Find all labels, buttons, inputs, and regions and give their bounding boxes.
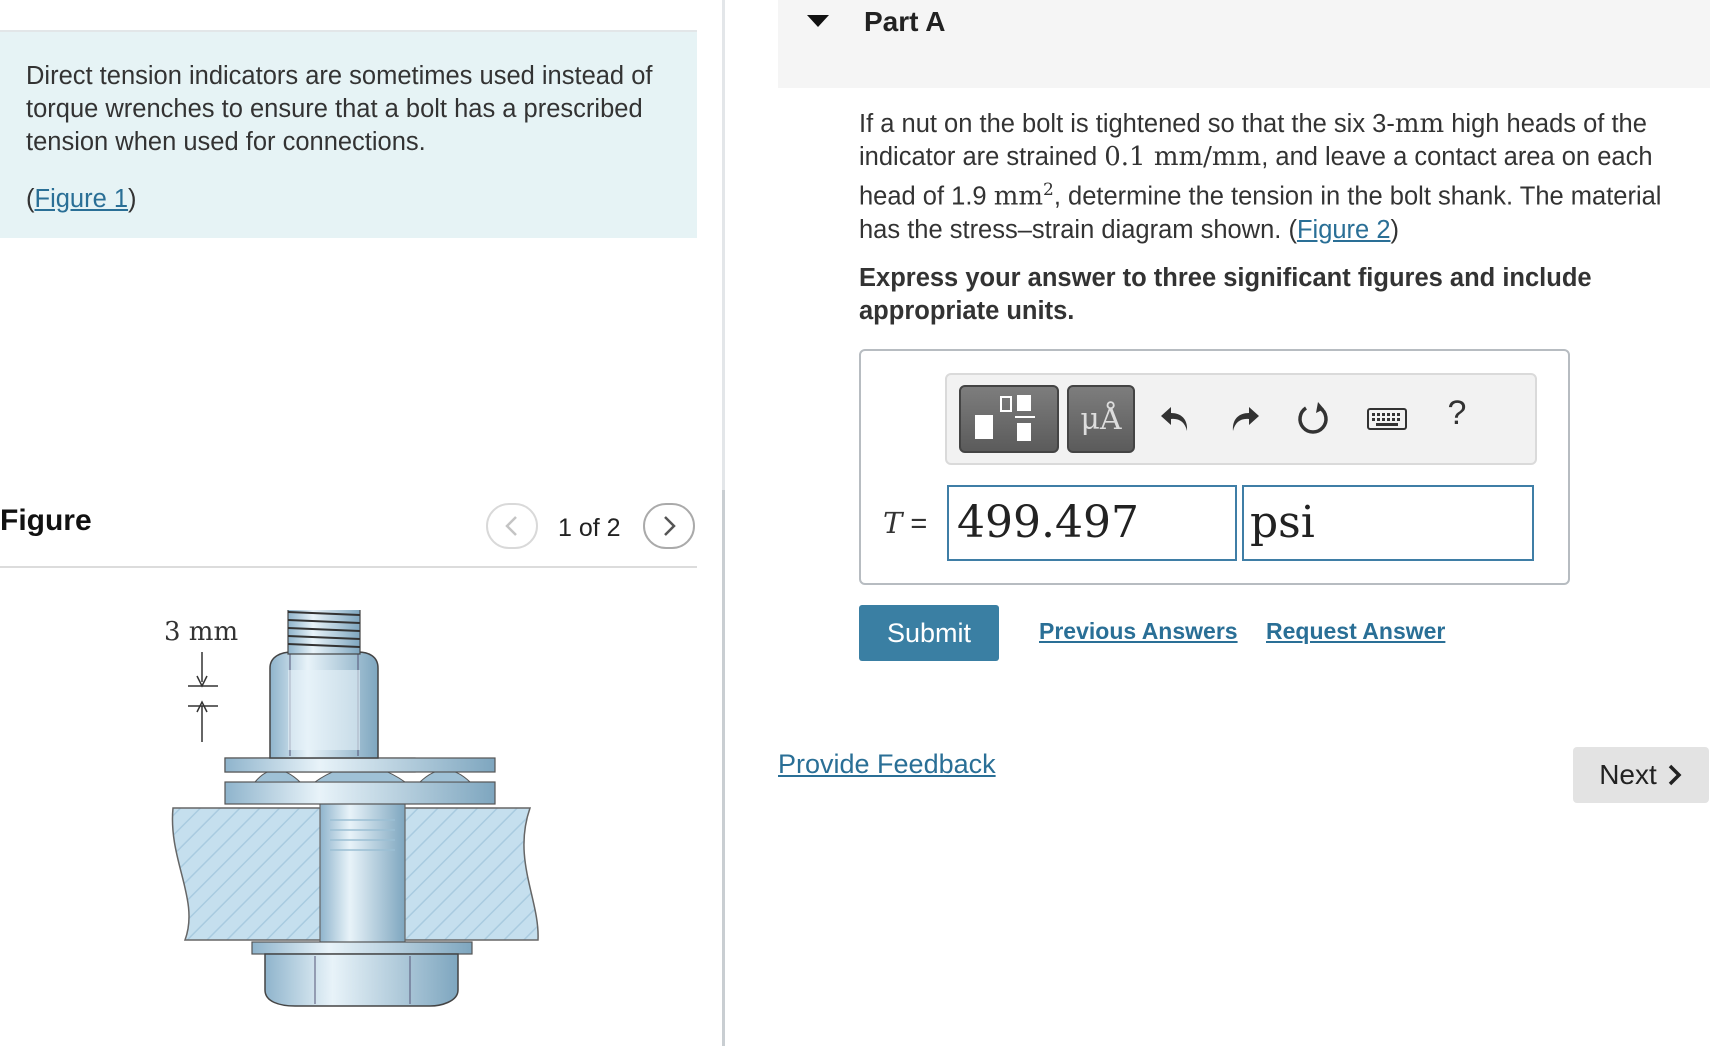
math-toolbar: μÅ ? [945, 373, 1537, 465]
caret-down-icon[interactable] [806, 14, 830, 28]
keyboard-button[interactable] [1365, 397, 1409, 441]
dimension-label: 3 mm [164, 617, 238, 647]
left-pane: Direct tension indicators are sometimes … [0, 0, 724, 1046]
next-figure-button[interactable] [643, 503, 695, 549]
answer-units-input[interactable]: psi [1242, 485, 1534, 561]
keyboard-icon [1367, 408, 1407, 430]
reset-button[interactable] [1291, 397, 1335, 441]
chevron-left-icon [505, 516, 517, 536]
answer-instruction: Express your answer to three significant… [859, 264, 1592, 325]
pane-resize-handle[interactable] [722, 490, 725, 1046]
redo-icon [1232, 407, 1259, 431]
undo-icon [1161, 407, 1188, 431]
bolt-illustration: 3 mm [164, 557, 539, 1007]
figure-title: Figure [0, 504, 92, 537]
figure-pager-text: 1 of 2 [558, 514, 621, 542]
part-title: Part A [864, 6, 946, 37]
part-a-header[interactable]: Part A [778, 0, 1710, 88]
templates-button[interactable] [959, 385, 1059, 453]
intro-figure-ref: (Figure 1) [26, 185, 137, 213]
provide-feedback-link[interactable]: Provide Feedback [778, 749, 996, 780]
variable-label: T = [883, 506, 928, 540]
figure-2-link[interactable]: Figure 2 [1297, 216, 1391, 244]
previous-answers-link[interactable]: Previous Answers [1039, 618, 1238, 645]
figure-1-link[interactable]: Figure 1 [35, 185, 129, 213]
reset-icon [1298, 402, 1328, 434]
figure-header: Figure 1 of 2 [0, 488, 697, 568]
answer-box: μÅ ? T = 499.497 psi [859, 349, 1570, 585]
request-answer-link[interactable]: Request Answer [1266, 618, 1445, 645]
next-button[interactable]: Next [1573, 747, 1709, 803]
next-label: Next [1599, 759, 1657, 790]
redo-button[interactable] [1223, 397, 1267, 441]
problem-intro: Direct tension indicators are sometimes … [0, 30, 697, 238]
chevron-right-icon [1668, 764, 1682, 786]
answer-value-input[interactable]: 499.497 [947, 485, 1237, 561]
units-button[interactable]: μÅ [1067, 385, 1135, 453]
chevron-right-icon [664, 516, 676, 536]
templates-icon [975, 395, 1035, 441]
question-text: If a nut on the bolt is tightened so tha… [859, 109, 1662, 244]
intro-text: Direct tension indicators are sometimes … [26, 62, 653, 156]
submit-button[interactable]: Submit [859, 605, 999, 661]
bolt-figure: 3 mm [140, 557, 560, 1010]
undo-button[interactable] [1153, 397, 1197, 441]
previous-figure-button[interactable] [486, 503, 538, 549]
help-button[interactable]: ? [1435, 391, 1479, 435]
